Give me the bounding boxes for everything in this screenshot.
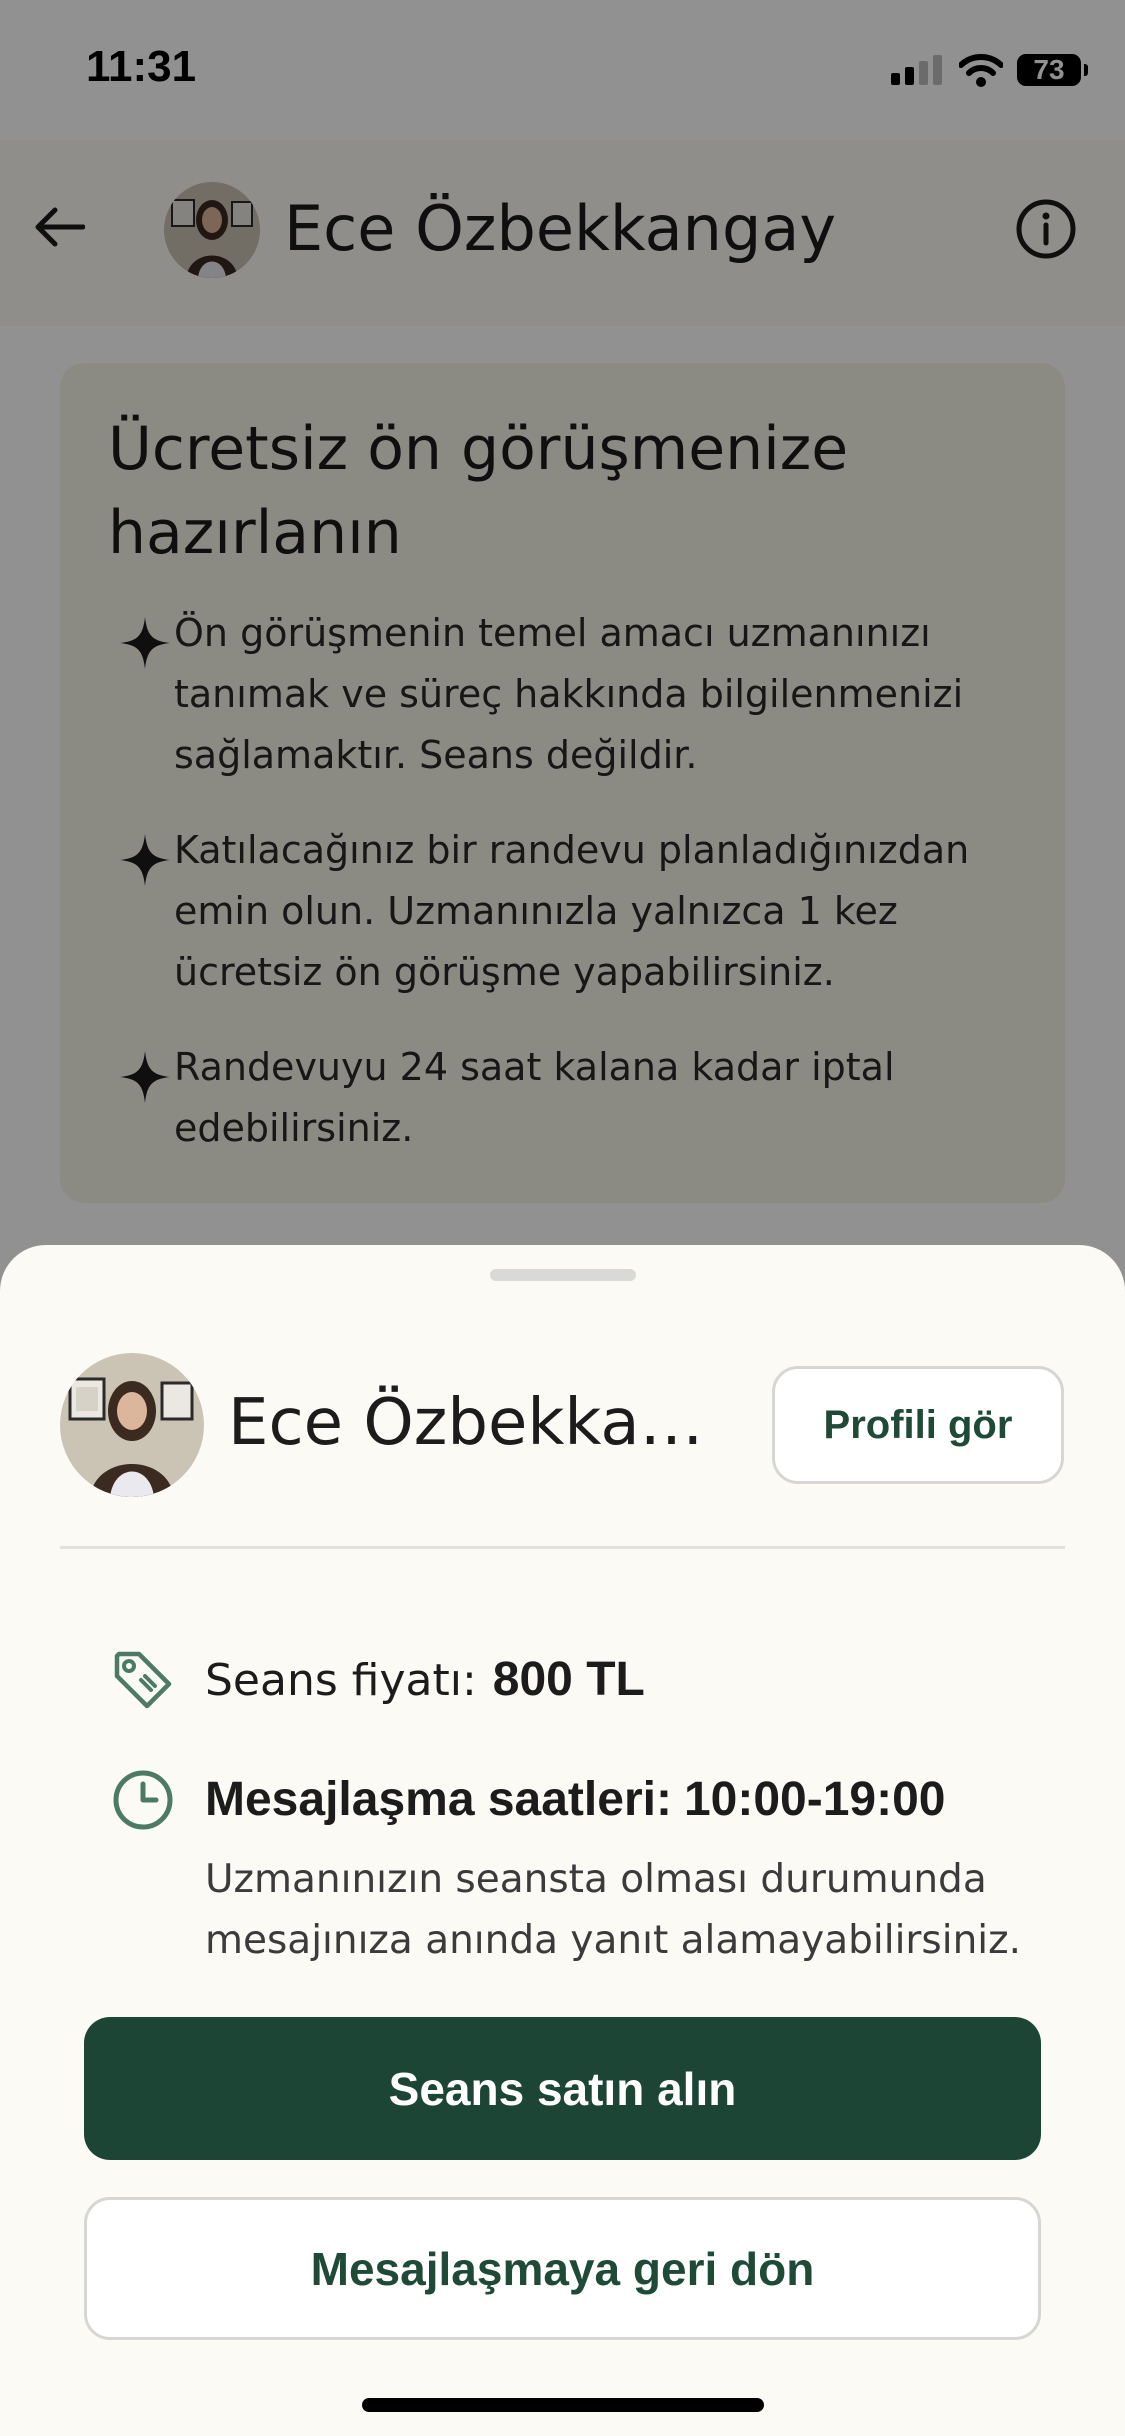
divider: [60, 1546, 1065, 1549]
therapist-name: Ece Özbekkangay: [228, 1386, 708, 1460]
session-price-row: Seans fiyatı: 800 TL: [205, 1645, 645, 1716]
hours-value: 10:00-19:00: [683, 1773, 946, 1826]
price-tag-icon: [108, 1645, 178, 1715]
therapist-avatar: [60, 1353, 204, 1497]
messaging-hours-row: Mesajlaşma saatleri: 10:00-19:00: [205, 1765, 945, 1835]
bottom-sheet: Ece Özbekkangay Profili gör Seans fiyatı…: [0, 1245, 1125, 2436]
hours-note: Uzmanınızın seansta olması durumunda mes…: [205, 1857, 1022, 1963]
home-indicator: [362, 2398, 764, 2412]
hours-label: Mesajlaşma saatleri:: [205, 1773, 672, 1826]
price-label: Seans fiyatı:: [205, 1655, 477, 1706]
price-value: 800 TL: [492, 1653, 645, 1706]
buy-session-button[interactable]: Seans satın alın: [84, 2017, 1041, 2160]
clock-icon: [108, 1765, 178, 1835]
sheet-grabber[interactable]: [490, 1269, 636, 1281]
back-to-messaging-button[interactable]: Mesajlaşmaya geri dön: [84, 2197, 1041, 2340]
view-profile-button[interactable]: Profili gör: [772, 1366, 1064, 1484]
